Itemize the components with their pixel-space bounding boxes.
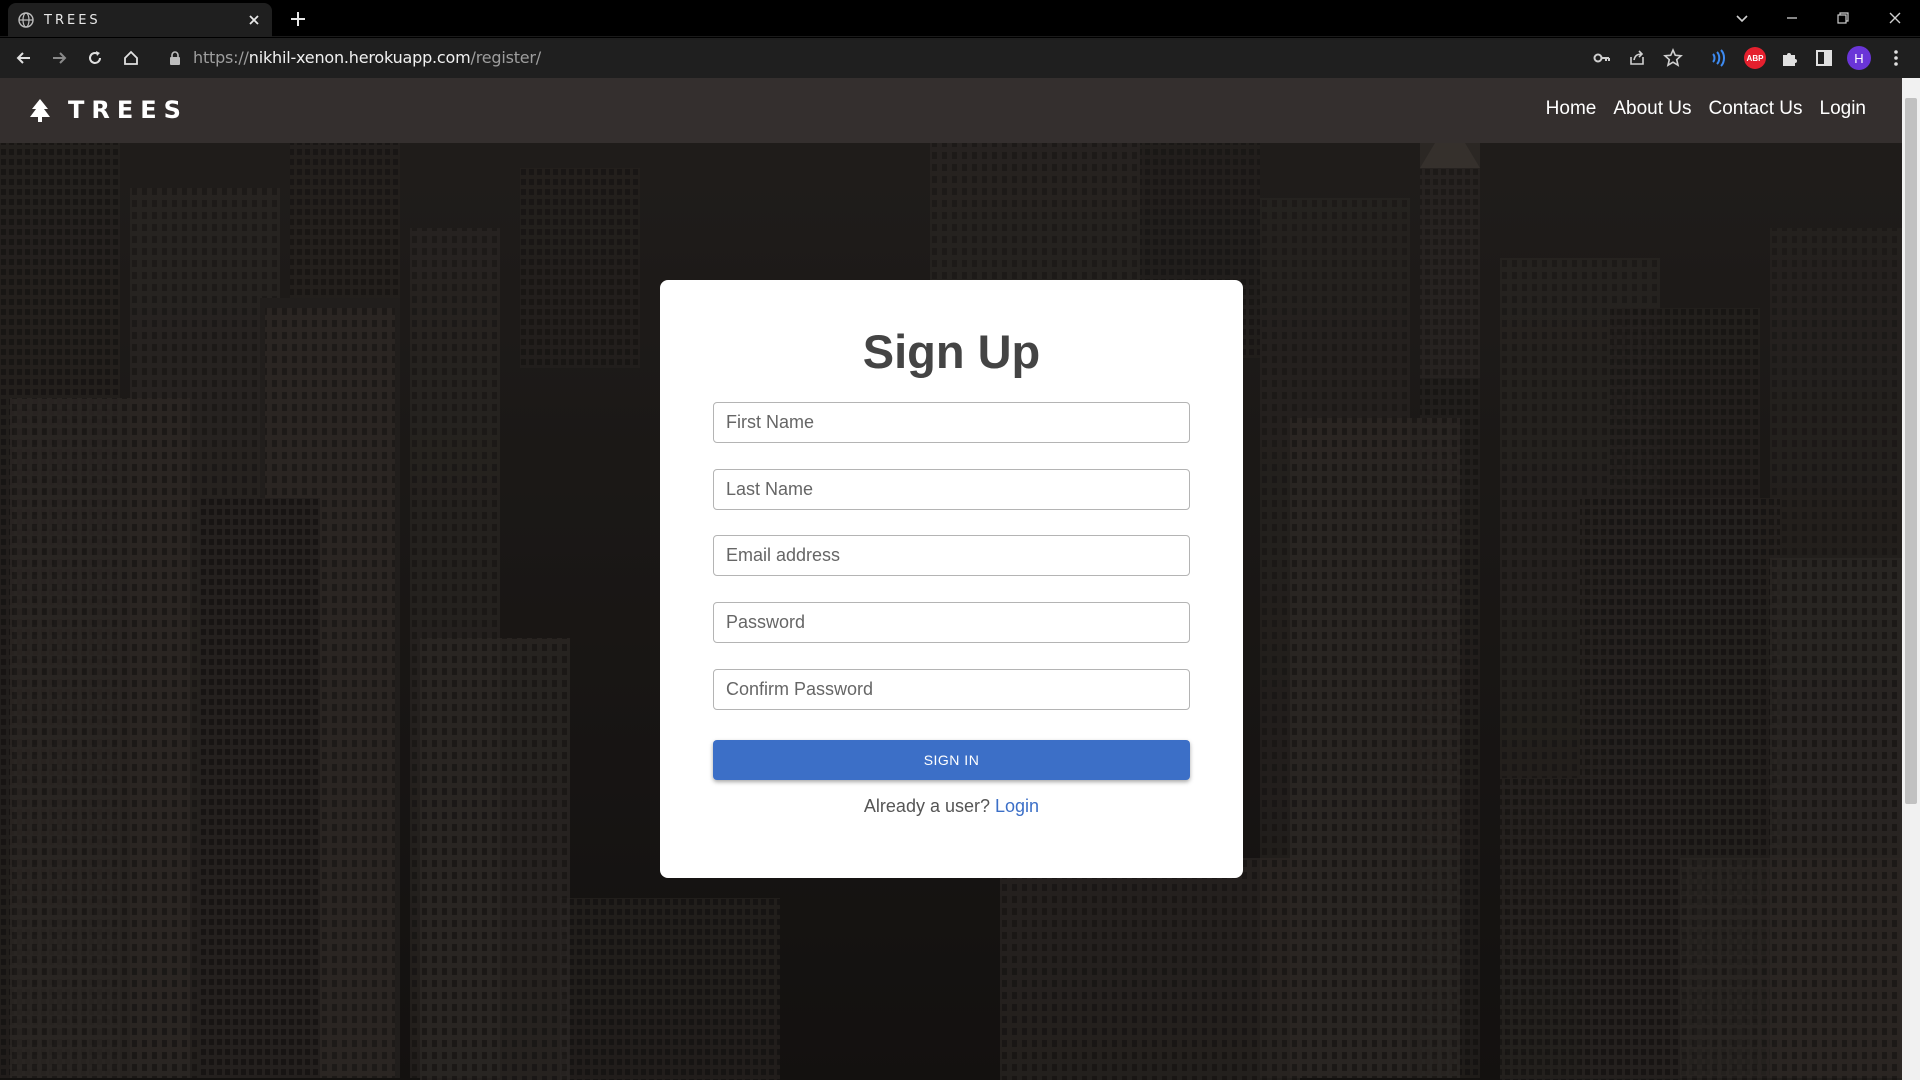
tree-icon bbox=[30, 99, 50, 122]
url-host: nikhil-xenon.herokuapp.com bbox=[248, 48, 471, 67]
sign-in-button[interactable]: SIGN IN bbox=[713, 740, 1190, 780]
email-field[interactable] bbox=[713, 535, 1190, 576]
forward-icon[interactable] bbox=[49, 48, 69, 68]
nav-links: Home About Us Contact Us Login bbox=[1546, 98, 1866, 120]
bookmark-star-icon[interactable] bbox=[1662, 47, 1684, 69]
close-icon[interactable] bbox=[246, 12, 262, 28]
confirm-password-field[interactable] bbox=[713, 669, 1190, 710]
nav-login-link[interactable]: Login bbox=[1820, 98, 1867, 120]
site-navbar: TREES Home About Us Contact Us Login bbox=[0, 78, 1902, 143]
signup-card: Sign Up SIGN IN Already a user? Login bbox=[660, 280, 1243, 878]
lock-icon[interactable] bbox=[167, 50, 183, 66]
brand-title: TREES bbox=[68, 96, 188, 124]
already-user-text: Already a user? Login bbox=[660, 796, 1243, 817]
more-menu-icon[interactable] bbox=[1885, 47, 1907, 69]
translate-extension-icon[interactable] bbox=[1707, 47, 1729, 69]
browser-tab-strip: TREES bbox=[0, 0, 1920, 37]
address-bar: https://nikhil-xenon.herokuapp.com/regis… bbox=[0, 38, 1920, 78]
browser-tab[interactable]: TREES bbox=[8, 3, 272, 37]
reload-icon[interactable] bbox=[85, 48, 105, 68]
window-close-icon[interactable] bbox=[1885, 8, 1905, 28]
page-viewport: TREES Home About Us Contact Us Login Sig… bbox=[0, 78, 1902, 1080]
extensions-puzzle-icon[interactable] bbox=[1779, 47, 1801, 69]
back-icon[interactable] bbox=[14, 48, 34, 68]
restore-icon[interactable] bbox=[1833, 8, 1853, 28]
side-panel-icon[interactable] bbox=[1813, 47, 1835, 69]
nav-home-link[interactable]: Home bbox=[1546, 98, 1597, 120]
page-title: Sign Up bbox=[862, 325, 1041, 378]
tab-title: TREES bbox=[44, 12, 101, 28]
url-path: /register/ bbox=[470, 48, 542, 67]
last-name-field[interactable] bbox=[713, 469, 1190, 510]
brand-logo[interactable]: TREES bbox=[28, 96, 188, 124]
globe-icon bbox=[18, 12, 34, 28]
minimize-icon[interactable] bbox=[1782, 8, 1802, 28]
new-tab-icon[interactable] bbox=[289, 10, 307, 28]
nav-about-link[interactable]: About Us bbox=[1613, 98, 1691, 120]
key-icon[interactable] bbox=[1591, 47, 1613, 69]
share-icon[interactable] bbox=[1626, 47, 1648, 69]
already-user-label: Already a user? bbox=[863, 796, 990, 816]
first-name-field[interactable] bbox=[713, 402, 1190, 443]
url-field[interactable]: https://nikhil-xenon.herokuapp.com/regis… bbox=[193, 48, 541, 67]
home-icon[interactable] bbox=[121, 48, 141, 68]
nav-contact-link[interactable]: Contact Us bbox=[1709, 98, 1803, 120]
scrollbar-thumb[interactable] bbox=[1905, 98, 1917, 804]
password-field[interactable] bbox=[713, 602, 1190, 643]
tab-search-icon[interactable] bbox=[1732, 8, 1752, 28]
adblock-extension-icon[interactable]: ABP bbox=[1744, 47, 1766, 69]
url-scheme: https:// bbox=[193, 48, 249, 67]
login-link[interactable]: Login bbox=[995, 796, 1039, 816]
profile-avatar[interactable]: H bbox=[1847, 46, 1871, 70]
